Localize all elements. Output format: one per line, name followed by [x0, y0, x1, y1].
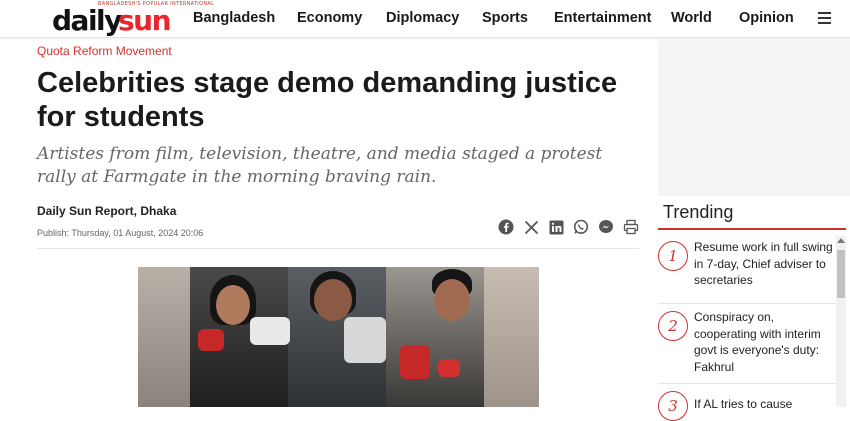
facebook-icon[interactable] — [497, 218, 515, 236]
trending-headline: Resume work in full swing in 7-day, Chie… — [694, 240, 833, 287]
ad-placeholder — [658, 38, 850, 196]
share-bar — [497, 218, 640, 236]
x-icon[interactable] — [522, 218, 540, 236]
trending-item[interactable]: 1 Resume work in full swing in 7-day, Ch… — [658, 237, 836, 304]
trending-item[interactable]: 2 Conspiracy on, cooperating with interi… — [658, 306, 836, 384]
article-divider — [37, 248, 639, 249]
logo-daily: daily — [52, 4, 122, 37]
article-byline: Daily Sun Report, Dhaka — [37, 204, 177, 218]
logo-sun: sun — [118, 4, 172, 37]
linkedin-icon[interactable] — [547, 218, 565, 236]
site-header: BANGLADESH'S POPULAR INTERNATIONAL daily… — [0, 0, 850, 38]
nav-sports[interactable]: Sports — [482, 10, 528, 26]
nav-diplomacy[interactable]: Diplomacy — [386, 10, 459, 26]
publish-date: Publish: Thursday, 01 August, 2024 20:06 — [37, 228, 204, 238]
nav-bangladesh[interactable]: Bangladesh — [193, 10, 275, 26]
print-icon[interactable] — [622, 218, 640, 236]
trending-rank: 2 — [658, 311, 688, 341]
whatsapp-icon[interactable] — [572, 218, 590, 236]
trending-headline: If AL tries to cause — [694, 397, 793, 411]
nav-world[interactable]: World — [671, 10, 712, 26]
trending-item[interactable]: 3 If AL tries to cause — [658, 386, 836, 421]
scroll-up-icon[interactable] — [837, 238, 845, 243]
nav-entertainment[interactable]: Entertainment — [554, 10, 652, 26]
trending-underline — [658, 228, 846, 230]
nav-economy[interactable]: Economy — [297, 10, 362, 26]
sidebar-scrollbar[interactable] — [836, 236, 846, 407]
hamburger-icon[interactable] — [818, 12, 832, 24]
trending-rank: 3 — [658, 391, 688, 421]
trending-headline: Conspiracy on, cooperating with interim … — [694, 310, 821, 374]
article-headline: Celebrities stage demo demanding justice… — [37, 67, 618, 133]
article-category[interactable]: Quota Reform Movement — [37, 44, 172, 58]
messenger-icon[interactable] — [597, 218, 615, 236]
trending-rank: 1 — [658, 241, 688, 271]
trending-heading: Trending — [663, 202, 734, 222]
article-photo[interactable] — [138, 267, 539, 407]
scrollbar-thumb[interactable] — [837, 250, 845, 298]
article-subhead: Artistes from film, television, theatre,… — [37, 144, 603, 187]
nav-opinion[interactable]: Opinion — [739, 10, 794, 26]
